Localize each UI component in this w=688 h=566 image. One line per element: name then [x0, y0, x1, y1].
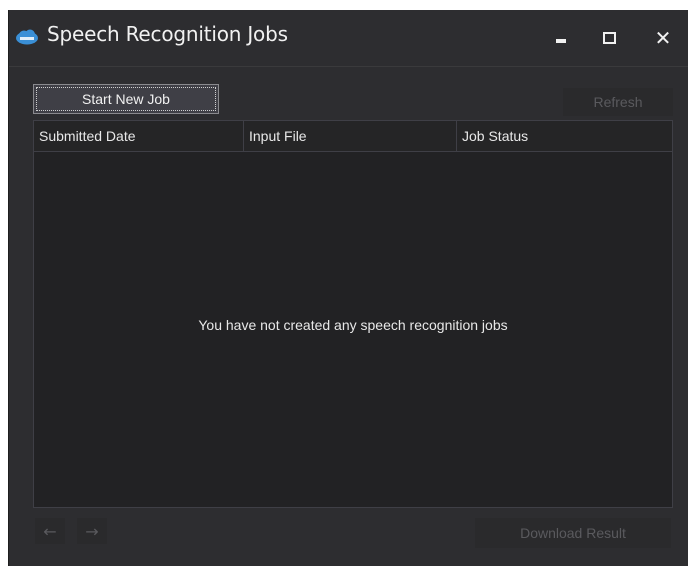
maximize-icon [602, 32, 616, 44]
arrow-left-icon: ← [43, 521, 57, 541]
close-icon: ✕ [654, 26, 672, 50]
empty-state-message: You have not created any speech recognit… [198, 317, 508, 333]
download-result-button[interactable]: Download Result [475, 518, 671, 548]
title-bar[interactable]: Speech Recognition Jobs ✕ [9, 10, 688, 64]
column-header-input-file[interactable]: Input File [244, 121, 457, 151]
column-header-submitted-date[interactable]: Submitted Date [34, 121, 244, 151]
window-title: Speech Recognition Jobs [47, 22, 288, 46]
grid-header: Submitted Date Input File Job Status [34, 121, 672, 152]
minimize-button[interactable] [543, 20, 579, 56]
app-cloud-icon [16, 29, 38, 45]
refresh-button[interactable]: Refresh [563, 88, 673, 116]
jobs-grid[interactable]: Submitted Date Input File Job Status You… [33, 120, 673, 508]
column-header-job-status[interactable]: Job Status [457, 121, 672, 151]
minimize-icon [556, 39, 566, 43]
arrow-right-icon: → [85, 521, 99, 541]
start-new-job-button[interactable]: Start New Job [33, 84, 219, 114]
title-divider [9, 66, 688, 67]
close-button[interactable]: ✕ [645, 20, 681, 56]
maximize-button[interactable] [591, 20, 627, 56]
next-page-button[interactable]: → [77, 518, 107, 544]
speech-jobs-window: Speech Recognition Jobs ✕ Start New Job … [8, 10, 688, 566]
previous-page-button[interactable]: ← [35, 518, 65, 544]
